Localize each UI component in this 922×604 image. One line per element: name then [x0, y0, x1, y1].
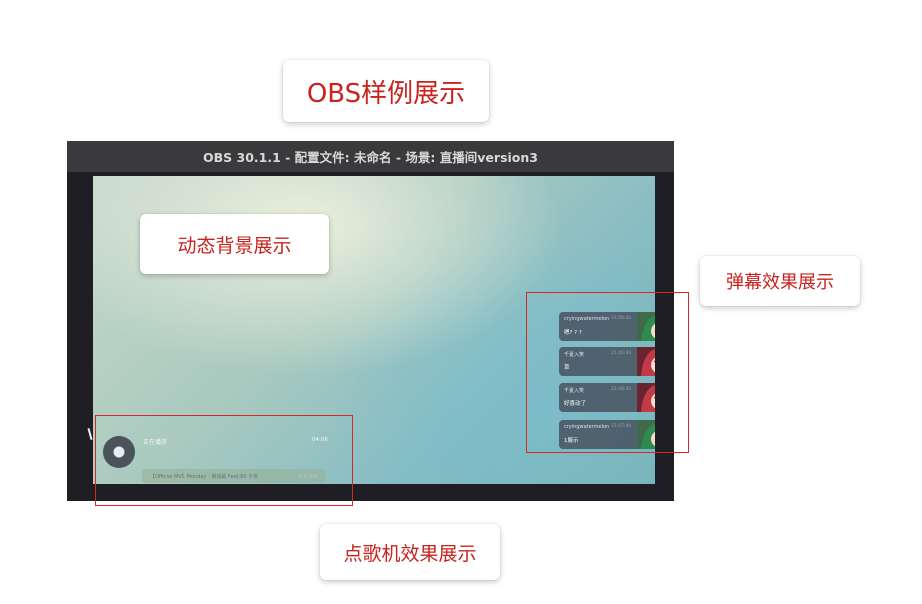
danmaku-highlight-box: [526, 292, 689, 453]
player-callout: 点歌机效果展示: [320, 524, 500, 580]
player-highlight-box: [95, 415, 353, 506]
danmaku-callout: 弹幕效果展示: [700, 256, 860, 306]
page-title: OBS样例展示: [283, 60, 489, 122]
background-callout: 动态背景展示: [140, 214, 329, 274]
tonearm-icon: [87, 427, 93, 441]
window-titlebar: OBS 30.1.1 - 配置文件: 未命名 - 场景: 直播间version3: [67, 141, 674, 172]
